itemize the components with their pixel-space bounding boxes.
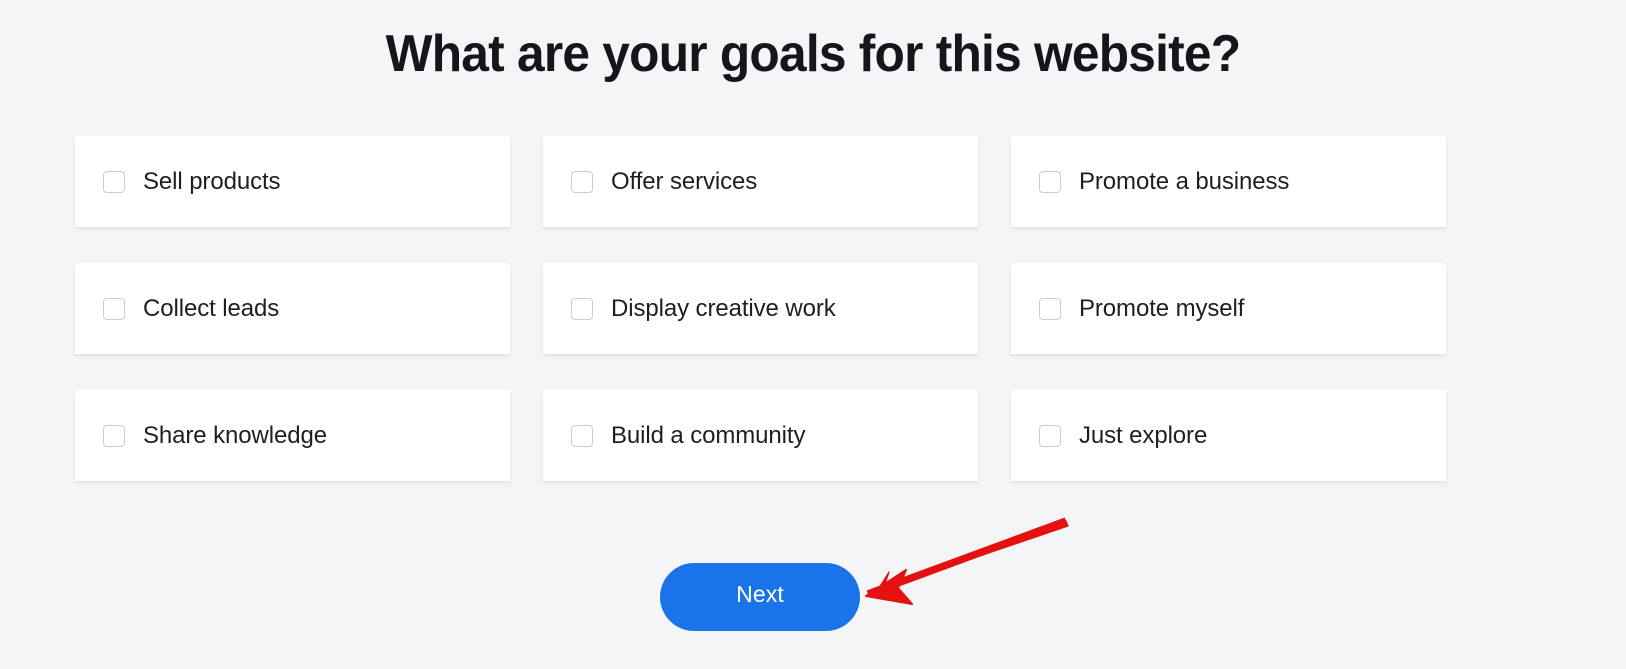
goal-option-just-explore[interactable]: Just explore bbox=[1011, 390, 1446, 481]
checkbox-unchecked-icon[interactable] bbox=[103, 170, 125, 193]
goal-option-label: Promote a business bbox=[1079, 167, 1290, 195]
goal-option-label: Offer services bbox=[611, 167, 758, 195]
checkbox-unchecked-icon[interactable] bbox=[103, 424, 125, 447]
goal-option-share-knowledge[interactable]: Share knowledge bbox=[75, 390, 510, 481]
goal-option-label: Build a community bbox=[611, 421, 806, 449]
arrow-pointing-left-icon bbox=[865, 517, 1069, 605]
next-button[interactable]: Next bbox=[660, 563, 860, 631]
checkbox-unchecked-icon[interactable] bbox=[1039, 424, 1061, 447]
goal-option-build-a-community[interactable]: Build a community bbox=[543, 390, 978, 481]
onboarding-goals-screen: What are your goals for this website? Se… bbox=[0, 0, 1626, 669]
goal-option-promote-a-business[interactable]: Promote a business bbox=[1011, 136, 1446, 227]
goal-option-label: Display creative work bbox=[611, 294, 836, 322]
goal-option-promote-myself[interactable]: Promote myself bbox=[1011, 263, 1446, 354]
checkbox-unchecked-icon[interactable] bbox=[1039, 297, 1061, 320]
goal-option-sell-products[interactable]: Sell products bbox=[75, 136, 510, 227]
goal-option-offer-services[interactable]: Offer services bbox=[543, 136, 978, 227]
checkbox-unchecked-icon[interactable] bbox=[571, 424, 593, 447]
checkbox-unchecked-icon[interactable] bbox=[103, 297, 125, 320]
goal-option-display-creative-work[interactable]: Display creative work bbox=[543, 263, 978, 354]
goal-option-collect-leads[interactable]: Collect leads bbox=[75, 263, 510, 354]
page-title: What are your goals for this website? bbox=[385, 25, 1242, 83]
checkbox-unchecked-icon[interactable] bbox=[571, 170, 593, 193]
goal-option-label: Just explore bbox=[1079, 421, 1208, 449]
checkbox-unchecked-icon[interactable] bbox=[1039, 170, 1061, 193]
goal-options-grid: Sell products Offer services Promote a b… bbox=[75, 136, 1446, 481]
goal-option-label: Share knowledge bbox=[143, 421, 327, 449]
goal-option-label: Sell products bbox=[143, 167, 281, 195]
goal-option-label: Promote myself bbox=[1079, 294, 1245, 322]
goal-option-label: Collect leads bbox=[143, 294, 280, 322]
checkbox-unchecked-icon[interactable] bbox=[571, 297, 593, 320]
